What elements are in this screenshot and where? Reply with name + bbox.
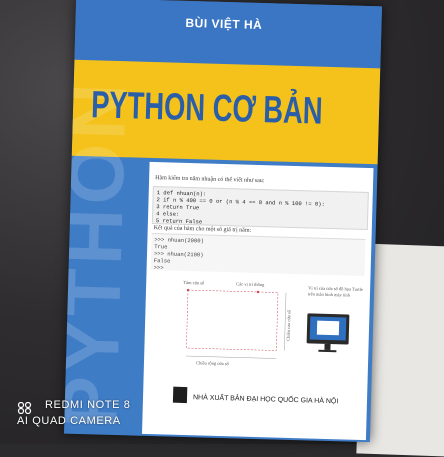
- corner-dot: [186, 288, 190, 292]
- code-line: 5 return False: [155, 217, 203, 226]
- diagram-label-right: Vị trí của cửa sổ đồ họa Turtle trên màn…: [307, 285, 363, 298]
- repl-block: >>> nhuan(2000) True >>> nhuan(2100) Fal…: [150, 233, 366, 276]
- diagram-label-bottom: Chiều rộng cửa sổ: [196, 360, 230, 366]
- publisher-name: NHÀ XUẤT BẢN ĐẠI HỌC QUỐC GIA HÀ NỘI: [192, 394, 339, 406]
- monitor-stand: [324, 343, 331, 351]
- corner-dot: [256, 290, 260, 294]
- code-block: 1 def nhuan(n): 2 if n % 400 == 0 or (n …: [151, 186, 369, 231]
- camera-watermark-camera: AI QUAD CAMERA: [17, 415, 121, 427]
- intro-text: Hàm kiểm tra năm nhuận có thể viết như s…: [155, 175, 265, 185]
- turtle-window-diagram: Tâm cửa sổ Các vị trí thông Chiều rộng c…: [183, 280, 363, 366]
- diagram-label-right-wrap: Vị trí của cửa sổ đồ họa Turtle trên màn…: [307, 285, 363, 298]
- diagram-label-top-mid: Các vị trí thông: [236, 281, 265, 287]
- diagram-label-top-left: Tâm cửa sổ: [183, 280, 205, 286]
- author-name: BÙI VIỆT HÀ: [185, 15, 263, 33]
- book-cover: PYTHON BÙI VIỆT HÀ PYTHON CƠ BẢN Hàm kiể…: [63, 0, 383, 443]
- monitor-base: [318, 349, 337, 353]
- camera-watermark-model: REDMI NOTE 8: [45, 399, 131, 411]
- content-panel: Hàm kiểm tra năm nhuận có thể viết như s…: [141, 161, 374, 441]
- book-title: PYTHON CƠ BẢN: [90, 84, 324, 133]
- repl-line: >>>: [153, 264, 164, 272]
- window-frame: [186, 289, 279, 351]
- turtle-window: [316, 320, 340, 336]
- camera-dots-icon: [17, 402, 32, 414]
- diagram-label-side: Chiều cao cửa sổ: [286, 309, 292, 341]
- spine-watermark: PYTHON: [63, 78, 143, 430]
- width-arrow: [186, 355, 277, 359]
- publisher-logo: [172, 386, 188, 404]
